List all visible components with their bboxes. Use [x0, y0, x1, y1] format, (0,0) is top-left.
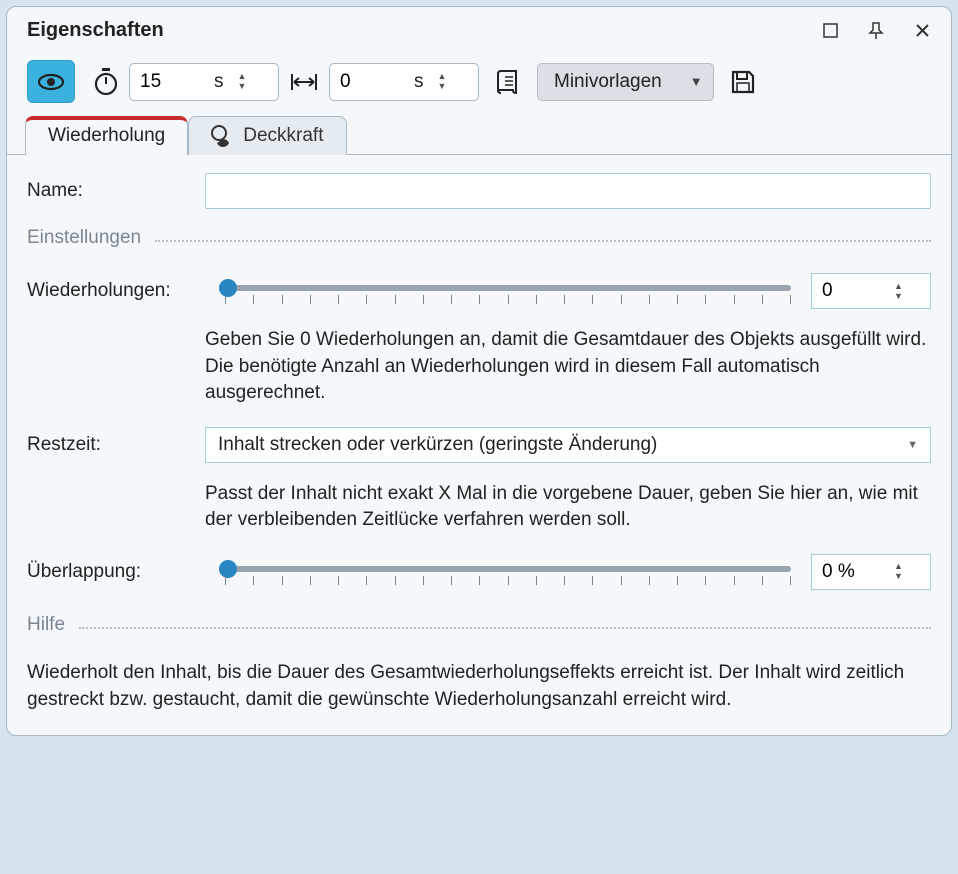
duration-input[interactable]: s ▲▼	[129, 63, 279, 101]
remaining-description: Passt der Inhalt nicht exakt X Mal in di…	[205, 481, 931, 534]
tab-opacity[interactable]: Deckkraft	[188, 116, 346, 155]
templates-dropdown[interactable]: Minivorlagen ▼	[537, 63, 714, 101]
remaining-row: Restzeit: Inhalt strecken oder verkürzen…	[27, 427, 931, 463]
help-text: Wiederholt den Inhalt, bis die Dauer des…	[27, 660, 931, 713]
overlap-spinner[interactable]: ▲▼	[894, 563, 903, 580]
duration-unit: s	[214, 71, 224, 93]
remaining-select[interactable]: Inhalt strecken oder verkürzen (geringst…	[205, 427, 931, 463]
panel-header: Eigenschaften	[7, 7, 951, 50]
tab-content: Name: Einstellungen Wiederholungen: ▲▼ G…	[7, 154, 951, 735]
close-icon[interactable]	[913, 22, 931, 40]
repetitions-value-box[interactable]: ▲▼	[811, 273, 931, 309]
section-help: Hilfe	[27, 614, 931, 636]
name-label: Name:	[27, 180, 205, 202]
visibility-button[interactable]	[27, 60, 75, 103]
chevron-down-icon: ▼	[690, 74, 703, 89]
maximize-icon[interactable]	[821, 22, 839, 40]
panel-title: Eigenschaften	[27, 19, 821, 42]
toolbar: s ▲▼ s ▲▼ Minivorlagen ▼	[7, 50, 951, 115]
repetitions-spinner[interactable]: ▲▼	[894, 283, 903, 300]
save-icon[interactable]	[728, 67, 758, 97]
repetitions-row: Wiederholungen: ▲▼	[27, 273, 931, 309]
templates-label: Minivorlagen	[554, 71, 662, 93]
tab-repetition[interactable]: Wiederholung	[25, 116, 188, 155]
chevron-down-icon: ▼	[907, 439, 918, 451]
offset-input[interactable]: s ▲▼	[329, 63, 479, 101]
width-arrows-icon	[289, 67, 319, 97]
repetitions-label: Wiederholungen:	[27, 280, 205, 302]
overlap-value-box[interactable]: ▲▼	[811, 554, 931, 590]
stopwatch-icon	[91, 67, 121, 97]
script-icon[interactable]	[493, 67, 523, 97]
duration-value[interactable]	[140, 71, 208, 93]
tabs: Wiederholung Deckkraft	[25, 115, 933, 154]
overlap-row: Überlappung: ▲▼	[27, 554, 931, 590]
overlap-slider[interactable]	[217, 554, 799, 590]
offset-spinner[interactable]: ▲▼	[438, 73, 447, 90]
offset-unit: s	[414, 71, 424, 93]
repetitions-value[interactable]	[822, 280, 892, 302]
name-row: Name:	[27, 173, 931, 209]
properties-panel: Eigenschaften s ▲▼	[6, 6, 952, 736]
repetitions-slider[interactable]	[217, 273, 799, 309]
repetitions-description: Geben Sie 0 Wiederholungen an, damit die…	[205, 327, 931, 407]
opacity-icon	[211, 125, 235, 147]
header-controls	[821, 22, 931, 40]
remaining-label: Restzeit:	[27, 434, 205, 456]
duration-spinner[interactable]: ▲▼	[238, 73, 247, 90]
name-input[interactable]	[205, 173, 931, 209]
overlap-label: Überlappung:	[27, 561, 205, 583]
section-settings: Einstellungen	[27, 227, 931, 249]
pin-icon[interactable]	[867, 22, 885, 40]
offset-value[interactable]	[340, 71, 408, 93]
overlap-value[interactable]	[822, 561, 892, 583]
remaining-selected: Inhalt strecken oder verkürzen (geringst…	[218, 434, 657, 456]
